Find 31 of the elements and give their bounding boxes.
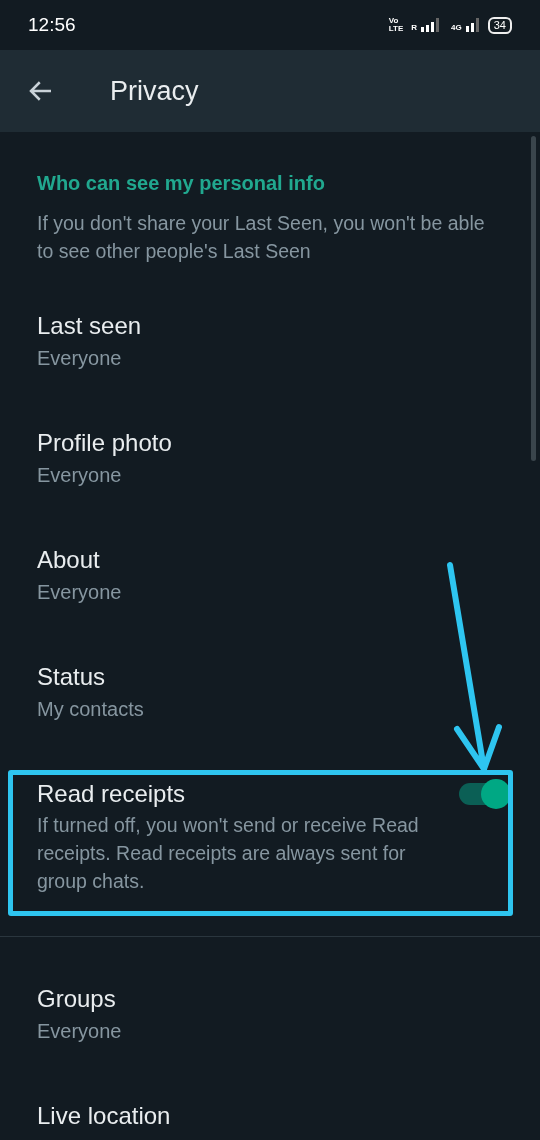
signal-icon xyxy=(465,18,480,32)
roaming-indicator: R xyxy=(411,24,418,32)
settings-item[interactable]: Last seen Everyone xyxy=(0,265,540,401)
item-value: Everyone xyxy=(37,463,123,488)
item-value: Everyone xyxy=(37,580,122,605)
item-title: Status xyxy=(37,662,107,692)
item-value: Everyone xyxy=(37,346,123,371)
volte-indicator: Vo xyxy=(388,17,400,25)
toggle-switch[interactable] xyxy=(459,779,511,809)
item-title: Live location xyxy=(37,1101,171,1131)
settings-item[interactable]: Read receipts If turned off, you won't send or receive Read receipts. Read receipts are always sent for group chats. xyxy=(0,752,540,923)
item-title: Groups xyxy=(37,984,117,1014)
item-value: Everyone xyxy=(37,1019,122,1044)
settings-item[interactable]: About Everyone xyxy=(0,518,540,635)
item-description: If turned off, you won't send or receive Read receipts. Read receipts are always sent for group chats. xyxy=(37,813,420,894)
settings-item[interactable]: Profile photo Everyone xyxy=(0,401,540,518)
item-title: Profile photo xyxy=(37,428,172,458)
section-description: If you don't share your Last Seen, you won't be able to see other people's Last Seen xyxy=(37,211,486,264)
item-title: Read receipts xyxy=(37,779,187,809)
section-header: Who can see my personal info xyxy=(37,171,326,196)
settings-item[interactable]: Status My contacts xyxy=(0,635,540,752)
battery-level: 34 xyxy=(487,16,512,34)
item-title: About xyxy=(37,545,101,575)
network-type: 4G xyxy=(451,24,462,32)
settings-item[interactable]: Live location xyxy=(0,1074,540,1140)
item-title: Last seen xyxy=(37,311,142,341)
clock-time: 12:56 xyxy=(28,12,76,37)
settings-item[interactable]: Groups Everyone xyxy=(0,957,540,1074)
volte-indicator: LTE xyxy=(388,25,404,33)
screen-title: Privacy xyxy=(110,74,199,108)
item-value: My contacts xyxy=(37,697,144,722)
